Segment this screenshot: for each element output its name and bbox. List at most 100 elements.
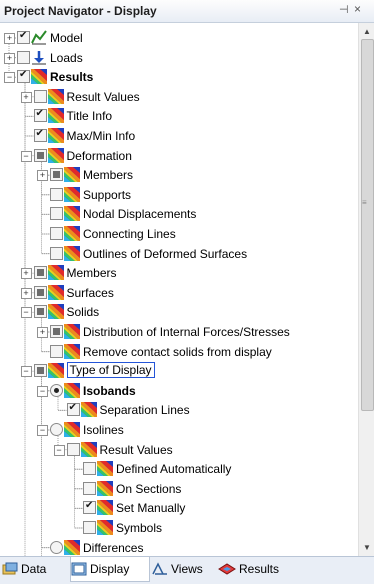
radio-button[interactable] bbox=[50, 383, 63, 397]
checkbox[interactable] bbox=[83, 500, 96, 515]
radio-button[interactable] bbox=[50, 540, 63, 554]
tree-item-label: Max/Min Info bbox=[66, 129, 136, 143]
expand-icon[interactable]: + bbox=[4, 52, 15, 64]
expand-icon[interactable]: + bbox=[20, 268, 32, 280]
checkbox[interactable] bbox=[33, 364, 47, 378]
tab-data[interactable]: Data bbox=[2, 557, 62, 581]
radio-button[interactable] bbox=[50, 423, 63, 436]
pin-icon[interactable]: ⊣ bbox=[339, 3, 349, 16]
results-icon bbox=[64, 343, 80, 359]
collapse-icon[interactable]: − bbox=[37, 425, 48, 436]
checkbox[interactable] bbox=[50, 207, 63, 221]
collapse-icon[interactable]: − bbox=[53, 444, 65, 456]
tree-item-label: Distribution of Internal Forces/Stresses bbox=[83, 325, 290, 339]
tree-item-label: Type of Display bbox=[66, 362, 155, 379]
tree-item-label: Nodal Displacements bbox=[83, 207, 197, 222]
checkbox[interactable] bbox=[50, 227, 63, 240]
checkbox[interactable] bbox=[50, 325, 63, 338]
tree-item-label: Model bbox=[50, 31, 83, 45]
close-icon[interactable]: × bbox=[354, 2, 361, 16]
expand-icon[interactable]: + bbox=[37, 170, 48, 182]
tree-item-label: Outlines of Deformed Surfaces bbox=[83, 246, 248, 261]
checkbox[interactable] bbox=[50, 168, 63, 182]
checkbox[interactable] bbox=[33, 108, 47, 123]
data-icon bbox=[2, 562, 18, 575]
checkbox[interactable] bbox=[17, 30, 30, 44]
scroll-down-icon[interactable]: ▼ bbox=[363, 543, 371, 552]
tree-item-label: Results bbox=[50, 70, 94, 85]
expand-icon[interactable]: + bbox=[20, 287, 32, 299]
loads-icon bbox=[31, 50, 47, 65]
tree-item-label: Defined Automatically bbox=[116, 462, 232, 477]
results-icon bbox=[97, 461, 113, 477]
expand-icon[interactable]: + bbox=[4, 33, 15, 44]
checkbox[interactable] bbox=[33, 89, 47, 103]
navigator-tabs: Data Display Views Results bbox=[0, 556, 374, 584]
checkbox[interactable] bbox=[50, 246, 63, 260]
results-icon bbox=[80, 402, 97, 418]
vertical-scrollbar[interactable]: ▲ ≡ ▼ bbox=[358, 23, 374, 556]
results-icon bbox=[97, 520, 113, 535]
model-icon bbox=[31, 30, 47, 45]
tab-views[interactable]: Views bbox=[152, 557, 214, 581]
checkbox[interactable] bbox=[83, 481, 96, 495]
results-icon bbox=[64, 206, 80, 222]
checkbox[interactable] bbox=[33, 305, 47, 319]
tree-item-label: Isolines bbox=[83, 423, 124, 437]
scrollbar-thumb[interactable] bbox=[361, 39, 374, 411]
collapse-icon[interactable]: − bbox=[20, 150, 32, 162]
results-icon bbox=[97, 480, 113, 496]
collapse-icon[interactable]: − bbox=[37, 385, 48, 397]
checkbox[interactable] bbox=[33, 128, 47, 142]
results-icon bbox=[64, 539, 80, 555]
tree-item-label: Remove contact solids from display bbox=[83, 344, 272, 359]
results-icon bbox=[80, 441, 97, 457]
tree-item-label: Loads bbox=[50, 50, 83, 65]
results-icon bbox=[47, 363, 64, 379]
results-icon bbox=[47, 88, 64, 104]
tab-results[interactable]: Results bbox=[218, 557, 298, 581]
display-tree: + Model + Loads − Results + Result Values Title … bbox=[0, 23, 357, 556]
checkbox[interactable] bbox=[50, 344, 63, 358]
tree-item-label: Result Values bbox=[99, 442, 173, 457]
results-icon bbox=[64, 186, 80, 202]
collapse-icon[interactable]: − bbox=[20, 366, 32, 378]
scroll-up-icon[interactable]: ▲ bbox=[363, 27, 371, 36]
tree-item-label: Result Values bbox=[66, 89, 140, 104]
results-icon bbox=[47, 128, 64, 143]
tree-item-label: Surfaces bbox=[66, 285, 114, 300]
results-icon bbox=[47, 147, 64, 163]
checkbox[interactable] bbox=[50, 187, 63, 201]
tree-item-label: Title Info bbox=[66, 109, 113, 124]
checkbox[interactable] bbox=[33, 148, 47, 162]
checkbox[interactable] bbox=[83, 521, 96, 534]
checkbox[interactable] bbox=[33, 266, 47, 280]
scroll-grip-icon: ≡ bbox=[362, 198, 367, 207]
checkbox[interactable] bbox=[66, 402, 80, 417]
results-icon bbox=[64, 226, 80, 241]
tree-item-label: Set Manually bbox=[116, 501, 186, 516]
checkbox[interactable] bbox=[17, 69, 30, 84]
views-icon bbox=[152, 562, 167, 575]
tab-display[interactable]: Display bbox=[70, 557, 150, 582]
expand-icon[interactable]: + bbox=[37, 327, 48, 338]
results-icon bbox=[64, 324, 80, 339]
results-icon bbox=[64, 382, 80, 398]
tree-item-label: Symbols bbox=[116, 521, 163, 535]
collapse-icon[interactable]: − bbox=[20, 307, 32, 319]
panel-titlebar: Project Navigator - Display ⊣ × bbox=[0, 0, 374, 23]
checkbox[interactable] bbox=[17, 50, 30, 64]
checkbox[interactable] bbox=[66, 442, 80, 456]
tree-item-label: Members bbox=[83, 168, 134, 183]
display-icon bbox=[71, 562, 87, 576]
tree-item-label: Differences bbox=[83, 540, 144, 555]
results-icon bbox=[64, 245, 80, 261]
expand-icon[interactable]: + bbox=[20, 91, 32, 103]
collapse-icon[interactable]: − bbox=[4, 72, 15, 84]
tree-item-label: Deformation bbox=[66, 148, 132, 163]
checkbox[interactable] bbox=[83, 462, 96, 476]
results-icon bbox=[64, 167, 80, 183]
checkbox[interactable] bbox=[33, 285, 47, 299]
results-icon bbox=[64, 422, 80, 437]
panel-title: Project Navigator - Display bbox=[4, 4, 157, 18]
